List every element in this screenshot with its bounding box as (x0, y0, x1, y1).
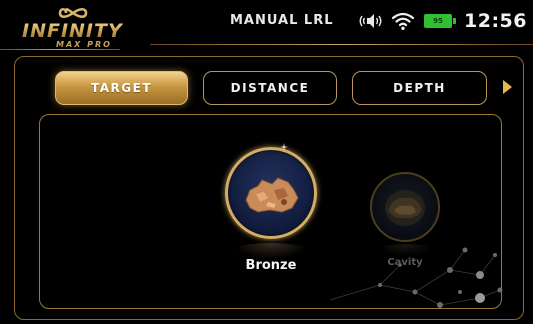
tab-target[interactable]: TARGET (55, 71, 188, 105)
bronze-reflection (232, 243, 310, 259)
speaker-icon[interactable] (358, 11, 384, 31)
target-label-cavity: Cavity (387, 257, 423, 268)
tab-distance[interactable]: DISTANCE (203, 71, 337, 105)
mode-title: MANUAL LRL (230, 13, 334, 28)
cavity-icon (385, 190, 425, 226)
bronze-artifact-icon (245, 177, 299, 213)
sparkle-icon (280, 143, 288, 151)
right-arrow-icon[interactable] (503, 80, 512, 94)
infinity-icon (58, 7, 88, 19)
brand-logo: INFINITY MAX PRO (16, 6, 136, 52)
brand-name: INFINITY (22, 20, 123, 42)
header-divider-left (0, 49, 120, 50)
detector-screen: INFINITY MAX PRO MANUAL LRL 95 12:56 TAR… (0, 0, 533, 324)
cavity-reflection (376, 244, 434, 256)
brand-subtitle: MAX PRO (56, 40, 112, 49)
network-decoration (329, 247, 503, 308)
status-bar: 95 12:56 (358, 8, 533, 34)
target-cavity-button[interactable] (370, 172, 440, 242)
clock: 12:56 (464, 10, 527, 32)
target-label-bronze: Bronze (245, 258, 297, 273)
header-divider-right (150, 44, 533, 45)
header-bar: INFINITY MAX PRO MANUAL LRL 95 12:56 (0, 0, 533, 49)
target-bronze-button[interactable] (225, 147, 317, 239)
tab-depth[interactable]: DEPTH (352, 71, 487, 105)
battery-icon: 95 (424, 14, 457, 28)
wifi-icon[interactable] (392, 11, 415, 31)
